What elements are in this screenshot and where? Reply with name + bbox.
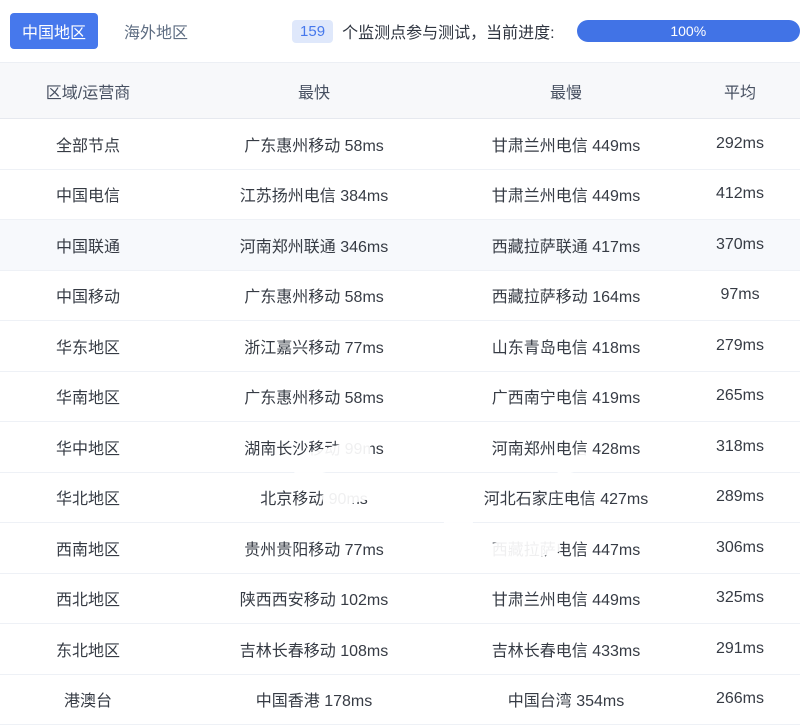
region-cell: 华中地区 — [0, 421, 176, 473]
region-cell: 西北地区 — [0, 573, 176, 624]
table-row: 全部节点 广东惠州移动 58ms 甘肃兰州电信 449ms 292ms — [0, 118, 800, 170]
region-cell: 西南地区 — [0, 522, 176, 574]
fastest-cell: 广东惠州移动 58ms — [176, 118, 452, 170]
table-row: 华北地区 北京移动 90ms 河北石家庄电信 427ms 289ms — [0, 472, 800, 523]
column-header-average: 平均 — [680, 62, 800, 119]
fastest-cell: 河南郑州联通 346ms — [176, 219, 452, 271]
average-cell: 412ms — [680, 169, 800, 220]
average-cell: 289ms — [680, 472, 800, 523]
region-cell: 东北地区 — [0, 623, 176, 675]
monitor-count-badge: 159 — [292, 19, 334, 43]
table-body: 全部节点 广东惠州移动 58ms 甘肃兰州电信 449ms 292ms 中国电信… — [0, 118, 800, 725]
fastest-cell: 浙江嘉兴移动 77ms — [176, 320, 452, 372]
average-cell: 279ms — [680, 320, 800, 372]
fastest-cell: 陕西西安移动 102ms — [176, 573, 452, 624]
table-row: 港澳台 中国香港 178ms 中国台湾 354ms 266ms — [0, 674, 800, 725]
average-cell: 291ms — [680, 623, 800, 675]
average-cell: 97ms — [680, 270, 800, 321]
slowest-cell: 西藏拉萨移动 164ms — [452, 270, 680, 321]
slowest-cell: 西藏拉萨联通 417ms — [452, 219, 680, 271]
slowest-cell: 甘肃兰州电信 449ms — [452, 169, 680, 220]
fastest-cell: 广东惠州移动 58ms — [176, 371, 452, 422]
fastest-cell: 江苏扬州电信 384ms — [176, 169, 452, 220]
fastest-cell: 湖南长沙移动 99ms — [176, 421, 452, 473]
region-cell: 全部节点 — [0, 118, 176, 170]
average-cell: 265ms — [680, 371, 800, 422]
progress-bar: 100% — [576, 20, 800, 42]
table-row: 华中地区 湖南长沙移动 99ms 河南郑州电信 428ms 318ms — [0, 421, 800, 473]
fastest-cell: 贵州贵阳移动 77ms — [176, 522, 452, 574]
table-row: 华南地区 广东惠州移动 58ms 广西南宁电信 419ms 265ms — [0, 371, 800, 422]
slowest-cell: 甘肃兰州电信 449ms — [452, 573, 680, 624]
slowest-cell: 广西南宁电信 419ms — [452, 371, 680, 422]
region-cell: 中国联通 — [0, 219, 176, 271]
fastest-cell: 北京移动 90ms — [176, 472, 452, 523]
slowest-cell: 甘肃兰州电信 449ms — [452, 118, 680, 170]
table-row: 西南地区 贵州贵阳移动 77ms 西藏拉萨电信 447ms 306ms — [0, 522, 800, 574]
fastest-cell: 中国香港 178ms — [176, 674, 452, 725]
average-cell: 318ms — [680, 421, 800, 473]
slowest-cell: 河南郑州电信 428ms — [452, 421, 680, 473]
fastest-cell: 广东惠州移动 58ms — [176, 270, 452, 321]
average-cell: 370ms — [680, 219, 800, 271]
region-cell: 中国移动 — [0, 270, 176, 321]
region-cell: 港澳台 — [0, 674, 176, 725]
slowest-cell: 山东青岛电信 418ms — [452, 320, 680, 372]
speedtest-page: { "tabs": { "china": "中国地区", "overseas":… — [0, 0, 800, 727]
ping-results-table: 区域/运营商 最快 最慢 平均 全部节点 广东惠州移动 58ms 甘肃兰州电信 … — [0, 62, 800, 725]
slowest-cell: 西藏拉萨电信 447ms — [452, 522, 680, 574]
slowest-cell: 吉林长春电信 433ms — [452, 623, 680, 675]
tab-china-region[interactable]: 中国地区 — [10, 13, 99, 49]
status-text: 个监测点参与测试，当前进度: — [342, 25, 555, 42]
average-cell: 266ms — [680, 674, 800, 725]
tab-overseas-region[interactable]: 海外地区 — [112, 13, 200, 49]
table-row: 中国移动 广东惠州移动 58ms 西藏拉萨移动 164ms 97ms — [0, 270, 800, 321]
table-header: 区域/运营商 最快 最慢 平均 — [0, 62, 800, 119]
table-row: 中国联通 河南郑州联通 346ms 西藏拉萨联通 417ms 370ms — [0, 219, 800, 271]
table-row: 中国电信 江苏扬州电信 384ms 甘肃兰州电信 449ms 412ms — [0, 169, 800, 220]
average-cell: 325ms — [680, 573, 800, 624]
table-row: 华东地区 浙江嘉兴移动 77ms 山东青岛电信 418ms 279ms — [0, 320, 800, 372]
average-cell: 292ms — [680, 118, 800, 170]
region-cell: 中国电信 — [0, 169, 176, 220]
region-cell: 华东地区 — [0, 320, 176, 372]
slowest-cell: 中国台湾 354ms — [452, 674, 680, 725]
average-cell: 306ms — [680, 522, 800, 574]
region-cell: 华北地区 — [0, 472, 176, 523]
table-row: 东北地区 吉林长春移动 108ms 吉林长春电信 433ms 291ms — [0, 623, 800, 675]
column-header-slowest: 最慢 — [452, 62, 680, 119]
toolbar: 中国地区 海外地区 159 个监测点参与测试，当前进度: 100% — [0, 0, 800, 62]
fastest-cell: 吉林长春移动 108ms — [176, 623, 452, 675]
column-header-fastest: 最快 — [176, 62, 452, 119]
slowest-cell: 河北石家庄电信 427ms — [452, 472, 680, 523]
column-header-region: 区域/运营商 — [0, 62, 176, 119]
region-cell: 华南地区 — [0, 371, 176, 422]
table-row: 西北地区 陕西西安移动 102ms 甘肃兰州电信 449ms 325ms — [0, 573, 800, 624]
